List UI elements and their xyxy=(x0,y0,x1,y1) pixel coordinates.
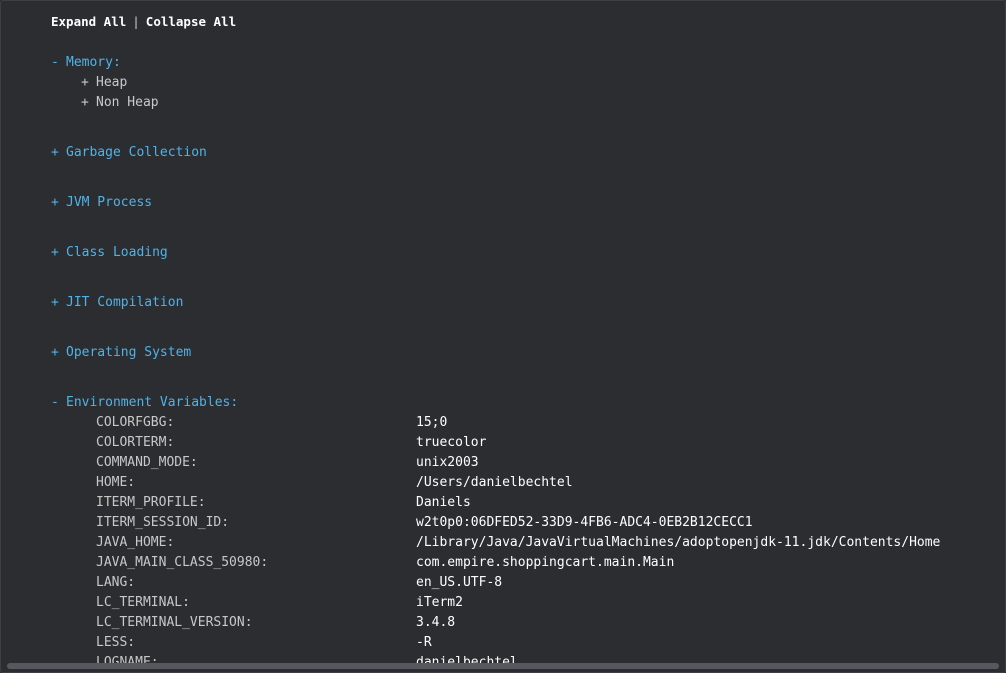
expand-collapse-toolbar: Expand All | Collapse All xyxy=(51,14,236,30)
env-var-value: 3.4.8 xyxy=(416,615,456,630)
section-garbage-collection[interactable]: + Garbage Collection xyxy=(51,143,207,163)
section-environment-variables-label: Environment Variables: xyxy=(66,395,239,410)
env-var-value: 15;0 xyxy=(416,415,448,430)
env-var-value: unix2003 xyxy=(416,455,479,470)
section-garbage-collection-label: Garbage Collection xyxy=(66,145,207,160)
env-var-value: truecolor xyxy=(416,435,487,450)
env-var-key: ITERM_PROFILE: xyxy=(96,495,206,510)
section-operating-system[interactable]: + Operating System xyxy=(51,343,191,363)
env-var-value: -R xyxy=(416,635,432,650)
env-var-key: LC_TERMINAL: xyxy=(96,595,190,610)
collapse-all-link[interactable]: Collapse All xyxy=(146,14,236,29)
env-var-key: JAVA_HOME: xyxy=(96,535,175,550)
subsection-non-heap-label: Non Heap xyxy=(96,95,159,110)
horizontal-scrollbar[interactable] xyxy=(7,663,999,669)
toolbar-separator: | xyxy=(132,14,140,29)
env-var-key: LC_TERMINAL_VERSION: xyxy=(96,615,253,630)
expand-toggle-icon: + xyxy=(51,145,59,160)
env-var-value: /Library/Java/JavaVirtualMachines/adopto… xyxy=(416,535,941,550)
env-var-key: LESS: xyxy=(96,635,136,650)
section-jvm-process-label: JVM Process xyxy=(66,195,153,210)
section-jit-compilation[interactable]: + JIT Compilation xyxy=(51,293,183,313)
expand-toggle-icon: + xyxy=(81,95,89,110)
section-memory-label: Memory: xyxy=(66,55,121,70)
diagnostics-panel: Expand All | Collapse All - Memory: + Heap +… xyxy=(0,0,1006,673)
subsection-heap-label: Heap xyxy=(96,75,128,90)
env-var-key: COMMAND_MODE: xyxy=(96,455,198,470)
env-var-key: HOME: xyxy=(96,475,136,490)
section-jvm-process[interactable]: + JVM Process xyxy=(51,193,152,213)
section-environment-variables[interactable]: - Environment Variables: xyxy=(51,393,238,413)
expand-toggle-icon: + xyxy=(51,245,59,260)
env-var-value: w2t0p0:06DFED52-33D9-4FB6-ADC4-0EB2B12CE… xyxy=(416,515,753,530)
collapse-toggle-icon: - xyxy=(51,395,59,410)
subsection-heap[interactable]: + Heap xyxy=(81,73,127,93)
section-class-loading[interactable]: + Class Loading xyxy=(51,243,168,263)
env-var-key: LANG: xyxy=(96,575,136,590)
env-var-value: en_US.UTF-8 xyxy=(416,575,503,590)
expand-toggle-icon: + xyxy=(51,195,59,210)
env-var-value: /Users/danielbechtel xyxy=(416,475,573,490)
env-var-value: Daniels xyxy=(416,495,471,510)
expand-toggle-icon: + xyxy=(51,295,59,310)
collapse-toggle-icon: - xyxy=(51,55,59,70)
env-var-key: ITERM_SESSION_ID: xyxy=(96,515,230,530)
section-operating-system-label: Operating System xyxy=(66,345,192,360)
env-var-key: COLORTERM: xyxy=(96,435,175,450)
env-var-value: iTerm2 xyxy=(416,595,463,610)
expand-all-link[interactable]: Expand All xyxy=(51,14,126,29)
env-var-key: JAVA_MAIN_CLASS_50980: xyxy=(96,555,269,570)
expand-toggle-icon: + xyxy=(81,75,89,90)
env-var-key: COLORFGBG: xyxy=(96,415,175,430)
section-class-loading-label: Class Loading xyxy=(66,245,168,260)
section-memory[interactable]: - Memory: xyxy=(51,53,121,73)
env-var-value: com.empire.shoppingcart.main.Main xyxy=(416,555,675,570)
expand-toggle-icon: + xyxy=(51,345,59,360)
subsection-non-heap[interactable]: + Non Heap xyxy=(81,93,159,113)
section-jit-compilation-label: JIT Compilation xyxy=(66,295,184,310)
